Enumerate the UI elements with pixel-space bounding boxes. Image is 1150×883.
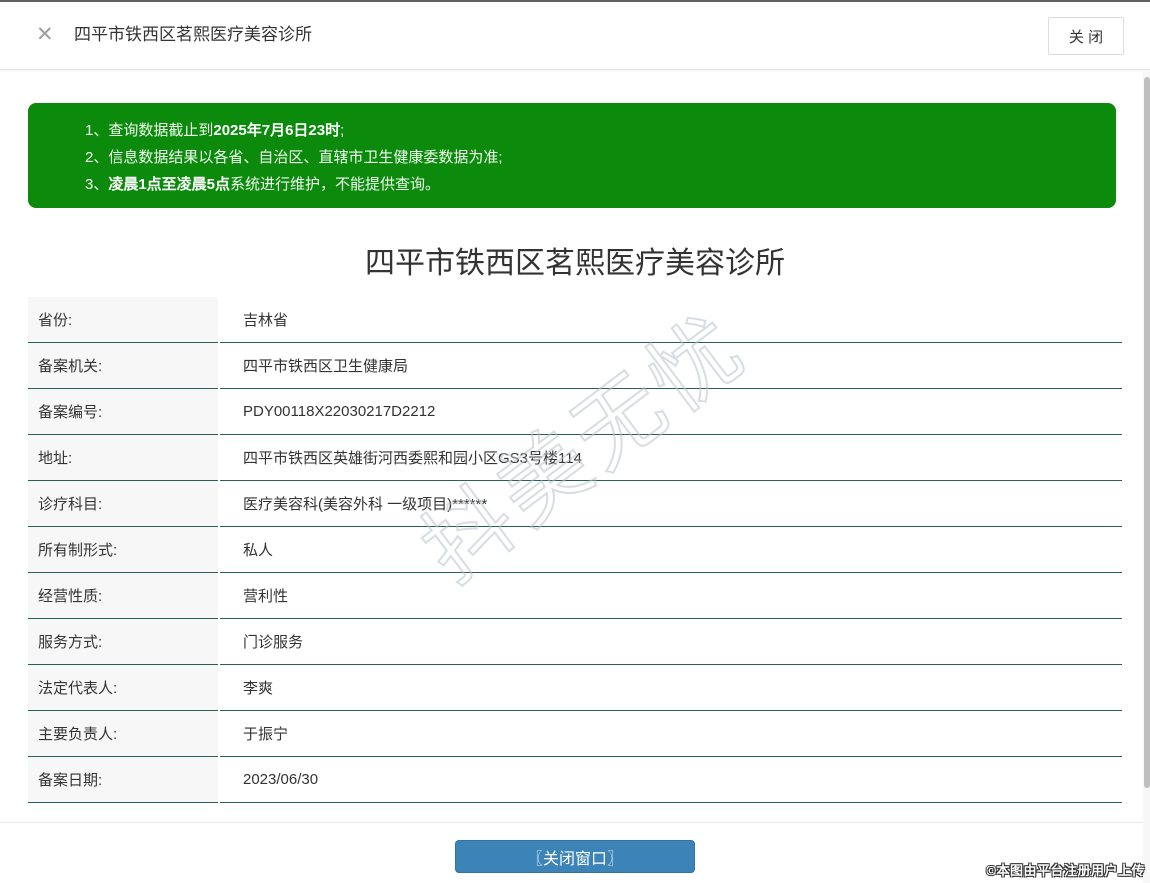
row-label: 诊疗科目: xyxy=(28,481,218,527)
table-row: 省份: 吉林省 xyxy=(28,297,1122,343)
table-row: 地址: 四平市铁西区英雄街河西委熙和园小区GS3号楼114 xyxy=(28,435,1122,481)
row-value: 吉林省 xyxy=(220,297,1122,343)
window-title: 四平市铁西区茗熙医疗美容诊所 xyxy=(74,25,312,44)
close-button[interactable]: 关 闭 xyxy=(1048,17,1124,55)
row-label: 经营性质: xyxy=(28,573,218,619)
row-label: 服务方式: xyxy=(28,619,218,665)
row-value: 营利性 xyxy=(220,573,1122,619)
notice-text: 信息数据结果以各省、自治区、直辖市卫生健康委数据为准; xyxy=(108,149,503,166)
notice-text: ; xyxy=(340,122,345,139)
notice-banner: 1、查询数据截止到2025年7月6日23时; 2、信息数据结果以各省、自治区、直… xyxy=(28,103,1116,208)
table-row: 备案机关: 四平市铁西区卫生健康局 xyxy=(28,343,1122,389)
notice-bold-text: 2025年7月6日23时 xyxy=(213,122,341,139)
notice-number: 3、 xyxy=(85,176,109,193)
notice-number: 2、 xyxy=(85,149,109,166)
notice-number: 1、 xyxy=(85,122,109,139)
close-icon[interactable]: ✕ xyxy=(36,24,54,46)
close-window-button[interactable]: 〖关闭窗口〗 xyxy=(455,840,695,873)
row-value: 2023/06/30 xyxy=(220,757,1122,803)
notice-line: 1、查询数据截止到2025年7月6日23时; xyxy=(85,117,1096,144)
window-top-edge xyxy=(0,0,1150,2)
table-row: 诊疗科目: 医疗美容科(美容外科 一级项目)****** xyxy=(28,481,1122,527)
modal-header: ✕ 四平市铁西区茗熙医疗美容诊所 关 闭 xyxy=(0,0,1150,70)
row-label: 备案编号: xyxy=(28,389,218,435)
row-label: 法定代表人: xyxy=(28,665,218,711)
table-row: 备案编号: PDY00118X22030217D2212 xyxy=(28,389,1122,435)
row-label: 所有制形式: xyxy=(28,527,218,573)
table-row: 服务方式: 门诊服务 xyxy=(28,619,1122,665)
row-label: 主要负责人: xyxy=(28,711,218,757)
scrollbar-thumb[interactable] xyxy=(1143,77,1150,788)
table-row: 所有制形式: 私人 xyxy=(28,527,1122,573)
scrollbar[interactable] xyxy=(1143,72,1150,883)
notice-line: 2、信息数据结果以各省、自治区、直辖市卫生健康委数据为准; xyxy=(85,144,1096,171)
table-row: 主要负责人: 于振宁 xyxy=(28,711,1122,757)
row-value: 四平市铁西区卫生健康局 xyxy=(220,343,1122,389)
row-label: 备案机关: xyxy=(28,343,218,389)
notice-text: 系统进行维护，不能提供查询。 xyxy=(230,176,441,193)
notice-text: 查询数据截止到 xyxy=(108,122,214,139)
footer-divider xyxy=(0,822,1150,823)
detail-table: 省份: 吉林省 备案机关: 四平市铁西区卫生健康局 备案编号: PDY00118X22… xyxy=(28,297,1122,803)
notice-line: 3、凌晨1点至凌晨5点系统进行维护，不能提供查询。 xyxy=(85,171,1096,198)
row-value: 私人 xyxy=(220,527,1122,573)
notice-bold-text: 凌晨1点至凌晨5点 xyxy=(108,176,231,193)
row-value: 门诊服务 xyxy=(220,619,1122,665)
row-label: 备案日期: xyxy=(28,757,218,803)
row-value: 四平市铁西区英雄街河西委熙和园小区GS3号楼114 xyxy=(220,435,1122,481)
table-row: 备案日期: 2023/06/30 xyxy=(28,757,1122,803)
row-value: 医疗美容科(美容外科 一级项目)****** xyxy=(220,481,1122,527)
table-row: 经营性质: 营利性 xyxy=(28,573,1122,619)
row-value: PDY00118X22030217D2212 xyxy=(220,389,1122,435)
copyright-watermark: ©本图由平台注册用户上传 xyxy=(986,863,1145,878)
page-title: 四平市铁西区茗熙医疗美容诊所 xyxy=(365,247,785,280)
row-value: 李爽 xyxy=(220,665,1122,711)
table-row: 法定代表人: 李爽 xyxy=(28,665,1122,711)
row-label: 地址: xyxy=(28,435,218,481)
row-label: 省份: xyxy=(28,297,218,343)
row-value: 于振宁 xyxy=(220,711,1122,757)
